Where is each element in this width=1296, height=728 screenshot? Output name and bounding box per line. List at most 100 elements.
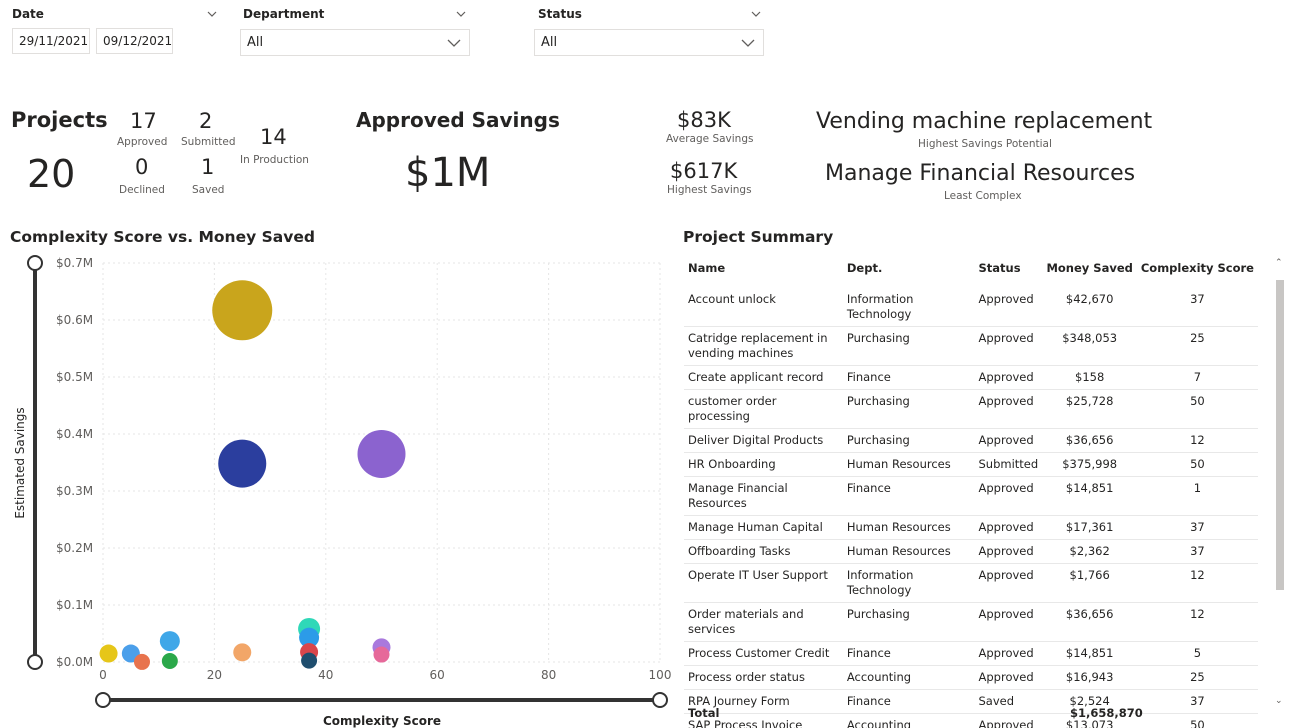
- table-row[interactable]: RPA Journey Form Finance Saved $2,524 37: [684, 689, 1258, 714]
- highest-potential-label: Highest Savings Potential: [918, 138, 1052, 150]
- table-row[interactable]: customer order processing Purchasing Appro…: [684, 389, 1258, 429]
- approved-savings-label: Approved Savings: [356, 108, 560, 132]
- data-point[interactable]: [133, 653, 150, 670]
- scroll-down-icon[interactable]: ⌄: [1275, 696, 1283, 706]
- table-row[interactable]: Process Customer Credit Finance Approved $1…: [684, 641, 1258, 666]
- table-row[interactable]: Account unlock Information Technology Appr…: [684, 288, 1258, 327]
- y-tick-label: $0.6M: [56, 313, 93, 327]
- y-zoom-handle-bottom[interactable]: [27, 654, 43, 670]
- cell-status: Saved: [974, 689, 1043, 714]
- y-tick-label: $0.3M: [56, 484, 93, 498]
- y-zoom-handle-top[interactable]: [27, 255, 43, 271]
- date-end-input[interactable]: 09/12/2021: [96, 28, 173, 54]
- x-tick-label: 80: [541, 668, 556, 682]
- cell-name: Manage Financial Resources: [684, 476, 843, 516]
- data-point[interactable]: [212, 280, 273, 341]
- cell-dept: Purchasing: [842, 428, 975, 453]
- department-dropdown[interactable]: All: [240, 29, 470, 56]
- cell-money-saved: $1,766: [1042, 563, 1137, 603]
- header-money-saved[interactable]: Money Saved: [1042, 254, 1136, 282]
- table-row[interactable]: Manage Human Capital Human Resources Appro…: [684, 515, 1258, 540]
- x-tick-label: 0: [99, 668, 107, 682]
- cell-complexity-score: 37: [1136, 539, 1258, 564]
- table-row[interactable]: Create applicant record Finance Approved $1…: [684, 365, 1258, 390]
- table-row[interactable]: Process order status Accounting Approved $1…: [684, 665, 1258, 690]
- in-production-label: In Production: [240, 154, 309, 166]
- cell-complexity-score: 50: [1136, 389, 1258, 429]
- date-filter-title: Date: [12, 7, 44, 21]
- status-dropdown[interactable]: All: [534, 29, 764, 56]
- table-row[interactable]: Manage Financial Resources Finance Approve…: [684, 476, 1258, 516]
- header-dept[interactable]: Dept.: [843, 254, 975, 282]
- y-tick-label: $0.2M: [56, 541, 93, 555]
- cell-status: Approved: [974, 288, 1043, 327]
- cell-name: Account unlock: [684, 288, 843, 327]
- x-zoom-handle-right[interactable]: [652, 692, 668, 708]
- cell-dept: Finance: [842, 365, 975, 390]
- cell-complexity-score: 12: [1136, 563, 1258, 603]
- y-tick-label: $0.4M: [56, 427, 93, 441]
- department-chevron-icon[interactable]: [455, 8, 467, 20]
- table-row[interactable]: Offboarding Tasks Human Resources Approved…: [684, 539, 1258, 564]
- cell-status: Approved: [974, 563, 1043, 603]
- cell-name: HR Onboarding: [684, 452, 843, 477]
- cell-name: Offboarding Tasks: [684, 539, 843, 564]
- cell-name: Create applicant record: [684, 365, 843, 390]
- cell-money-saved: $348,053: [1042, 326, 1137, 366]
- table-title: Project Summary: [683, 228, 834, 246]
- highest-savings-label: Highest Savings: [667, 184, 752, 196]
- table-row[interactable]: SAP Process Invoice Accounting Approved $13…: [684, 713, 1258, 728]
- status-chevron-icon[interactable]: [750, 8, 762, 20]
- cell-status: Approved: [974, 641, 1043, 666]
- data-point[interactable]: [233, 643, 252, 662]
- table-row[interactable]: HR Onboarding Human Resources Submitted $37…: [684, 452, 1258, 477]
- table-row[interactable]: Catridge replacement in vending machines…: [684, 326, 1258, 366]
- data-point[interactable]: [301, 652, 318, 669]
- cell-dept: Purchasing: [842, 602, 975, 642]
- cell-money-saved: $17,361: [1042, 515, 1137, 540]
- table-row[interactable]: Order materials and services Purchasing Ap…: [684, 602, 1258, 642]
- approved-count: 17: [130, 109, 157, 133]
- cell-status: Approved: [974, 713, 1043, 728]
- y-tick-label: $0.7M: [56, 256, 93, 270]
- data-point[interactable]: [161, 652, 178, 669]
- cell-dept: Human Resources: [842, 539, 975, 564]
- cell-money-saved: $42,670: [1042, 288, 1137, 327]
- cell-name: Order materials and services: [684, 602, 843, 642]
- header-complexity-score[interactable]: Complexity Score: [1137, 254, 1258, 282]
- table-header-row: Name Dept. Status Money Saved Complexity…: [684, 254, 1258, 282]
- header-name[interactable]: Name: [684, 254, 843, 282]
- header-status[interactable]: Status: [975, 254, 1043, 282]
- cell-complexity-score: 25: [1136, 326, 1258, 366]
- y-tick-label: $0.5M: [56, 370, 93, 384]
- table-row[interactable]: Operate IT User Support Information Techn…: [684, 563, 1258, 603]
- date-chevron-icon[interactable]: [206, 8, 218, 20]
- cell-status: Approved: [974, 428, 1043, 453]
- submitted-count: 2: [199, 109, 213, 133]
- data-point[interactable]: [218, 439, 267, 488]
- x-tick-label: 20: [207, 668, 222, 682]
- x-axis-label: Complexity Score: [323, 714, 441, 728]
- projects-total: 20: [27, 152, 76, 196]
- cell-dept: Finance: [842, 641, 975, 666]
- data-point[interactable]: [357, 429, 406, 478]
- chevron-down-icon: [447, 39, 461, 47]
- scroll-thumb[interactable]: [1276, 280, 1284, 590]
- date-start-input[interactable]: 29/11/2021: [12, 28, 90, 54]
- data-point[interactable]: [99, 644, 118, 663]
- least-complex-value: Manage Financial Resources: [825, 161, 1136, 186]
- cell-dept: Finance: [842, 689, 975, 714]
- average-savings-label: Average Savings: [666, 133, 754, 145]
- cell-complexity-score: 37: [1136, 288, 1258, 327]
- cell-name: Manage Human Capital: [684, 515, 843, 540]
- scroll-up-icon[interactable]: ⌃: [1275, 258, 1283, 268]
- x-zoom-handle-left[interactable]: [95, 692, 111, 708]
- cell-money-saved: $14,851: [1042, 476, 1137, 516]
- table-row[interactable]: Deliver Digital Products Purchasing Approv…: [684, 428, 1258, 453]
- table-scrollbar[interactable]: ⌃ ⌄: [1273, 252, 1287, 714]
- cell-dept: Accounting: [842, 713, 975, 728]
- cell-money-saved: $36,656: [1042, 602, 1137, 642]
- data-point[interactable]: [373, 646, 390, 663]
- data-point[interactable]: [159, 631, 180, 652]
- cell-name: Deliver Digital Products: [684, 428, 843, 453]
